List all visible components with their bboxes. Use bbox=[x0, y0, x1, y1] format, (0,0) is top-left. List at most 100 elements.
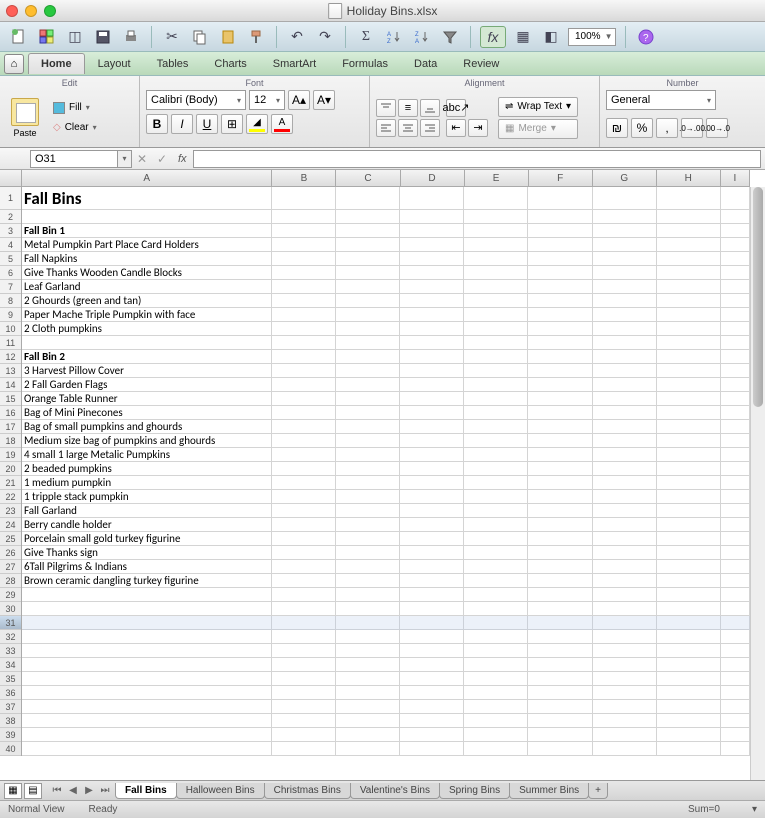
fill-button[interactable]: Fill▾ bbox=[48, 99, 102, 117]
cell[interactable] bbox=[721, 672, 750, 685]
cell[interactable] bbox=[22, 672, 272, 685]
cell[interactable] bbox=[657, 476, 721, 489]
cell[interactable] bbox=[464, 490, 528, 503]
align-middle-button[interactable]: ≡ bbox=[398, 99, 418, 117]
cell[interactable] bbox=[721, 294, 750, 307]
cell[interactable]: 2 Ghourds (green and tan) bbox=[22, 294, 272, 307]
cell[interactable] bbox=[657, 658, 721, 671]
cell[interactable] bbox=[593, 560, 657, 573]
cell[interactable] bbox=[22, 588, 272, 601]
sheet-tab[interactable]: Halloween Bins bbox=[176, 783, 265, 799]
cell[interactable]: Berry candle holder bbox=[22, 518, 272, 531]
row-header[interactable]: 27 bbox=[0, 560, 21, 574]
cell[interactable] bbox=[336, 602, 400, 615]
row-header[interactable]: 30 bbox=[0, 602, 21, 616]
cell[interactable] bbox=[464, 574, 528, 587]
cell-grid[interactable]: Fall BinsFall Bin 1Metal Pumpkin Part Pl… bbox=[22, 187, 750, 780]
cell[interactable] bbox=[272, 336, 336, 349]
ribbon-tab-charts[interactable]: Charts bbox=[201, 53, 259, 74]
cell[interactable] bbox=[272, 728, 336, 741]
cell[interactable]: 3 Harvest Pillow Cover bbox=[22, 364, 272, 377]
cell[interactable] bbox=[657, 518, 721, 531]
cell[interactable] bbox=[528, 294, 592, 307]
cell[interactable] bbox=[22, 686, 272, 699]
cell[interactable] bbox=[528, 714, 592, 727]
cell[interactable] bbox=[657, 602, 721, 615]
cell[interactable] bbox=[528, 406, 592, 419]
row-header[interactable]: 17 bbox=[0, 420, 21, 434]
cell[interactable] bbox=[272, 280, 336, 293]
cell[interactable] bbox=[272, 350, 336, 363]
cell[interactable] bbox=[721, 476, 750, 489]
cell[interactable] bbox=[272, 672, 336, 685]
cell[interactable] bbox=[464, 252, 528, 265]
cell[interactable] bbox=[464, 308, 528, 321]
cell[interactable] bbox=[657, 560, 721, 573]
cell[interactable] bbox=[336, 616, 400, 629]
cell[interactable] bbox=[400, 210, 464, 223]
row-header[interactable]: 22 bbox=[0, 490, 21, 504]
cell[interactable] bbox=[464, 336, 528, 349]
cell[interactable] bbox=[272, 434, 336, 447]
column-header[interactable]: F bbox=[529, 170, 593, 186]
cell[interactable] bbox=[272, 560, 336, 573]
fx-toggle-icon[interactable]: fx bbox=[480, 26, 506, 48]
ribbon-tab-tables[interactable]: Tables bbox=[144, 53, 202, 74]
cell[interactable]: 4 small 1 large Metalic Pumpkins bbox=[22, 448, 272, 461]
cell[interactable] bbox=[464, 378, 528, 391]
row-header[interactable]: 23 bbox=[0, 504, 21, 518]
row-header[interactable]: 34 bbox=[0, 658, 21, 672]
autosum-icon[interactable]: Σ bbox=[355, 26, 377, 48]
row-header[interactable]: 11 bbox=[0, 336, 21, 350]
row-header[interactable]: 21 bbox=[0, 476, 21, 490]
cell[interactable] bbox=[272, 504, 336, 517]
cell[interactable] bbox=[593, 728, 657, 741]
cell[interactable] bbox=[657, 210, 721, 223]
cell[interactable] bbox=[464, 560, 528, 573]
cell[interactable] bbox=[528, 644, 592, 657]
undo-icon[interactable]: ↶ bbox=[286, 26, 308, 48]
cell[interactable] bbox=[272, 602, 336, 615]
cell[interactable] bbox=[721, 448, 750, 461]
row-header[interactable]: 26 bbox=[0, 546, 21, 560]
paste-button[interactable]: Paste bbox=[6, 98, 44, 138]
cell[interactable] bbox=[657, 434, 721, 447]
cell[interactable] bbox=[721, 616, 750, 629]
cell[interactable]: 6Tall Pilgrims & Indians bbox=[22, 560, 272, 573]
cell[interactable] bbox=[272, 700, 336, 713]
cell[interactable] bbox=[272, 252, 336, 265]
cell[interactable] bbox=[272, 378, 336, 391]
cell[interactable]: Porcelain small gold turkey figurine bbox=[22, 532, 272, 545]
cell[interactable] bbox=[272, 187, 336, 209]
cell[interactable] bbox=[272, 364, 336, 377]
sheet-tab[interactable]: Summer Bins bbox=[509, 783, 589, 799]
orientation-button[interactable]: abc↗ bbox=[446, 99, 466, 117]
cell[interactable] bbox=[593, 322, 657, 335]
cell[interactable] bbox=[400, 266, 464, 279]
cell[interactable] bbox=[657, 187, 721, 209]
sheet-tab[interactable]: Spring Bins bbox=[439, 783, 510, 799]
cell[interactable] bbox=[272, 420, 336, 433]
decrease-indent-button[interactable]: ⇤ bbox=[446, 119, 466, 137]
cell[interactable] bbox=[464, 280, 528, 293]
cell[interactable] bbox=[400, 588, 464, 601]
status-dropdown-icon[interactable]: ▾ bbox=[752, 804, 757, 815]
cell[interactable] bbox=[336, 714, 400, 727]
row-header[interactable]: 15 bbox=[0, 392, 21, 406]
cell[interactable] bbox=[721, 686, 750, 699]
cell[interactable] bbox=[721, 266, 750, 279]
cell[interactable] bbox=[272, 490, 336, 503]
cell[interactable] bbox=[336, 266, 400, 279]
cell[interactable] bbox=[336, 476, 400, 489]
cell[interactable] bbox=[528, 658, 592, 671]
cell[interactable] bbox=[528, 630, 592, 643]
cell[interactable] bbox=[593, 602, 657, 615]
cell[interactable] bbox=[272, 322, 336, 335]
cell[interactable] bbox=[528, 210, 592, 223]
cell[interactable] bbox=[593, 392, 657, 405]
row-header[interactable]: 2 bbox=[0, 210, 21, 224]
cell[interactable] bbox=[721, 462, 750, 475]
percent-button[interactable]: % bbox=[631, 118, 653, 138]
normal-view-icon[interactable]: ▦ bbox=[4, 783, 22, 799]
cell[interactable] bbox=[464, 350, 528, 363]
